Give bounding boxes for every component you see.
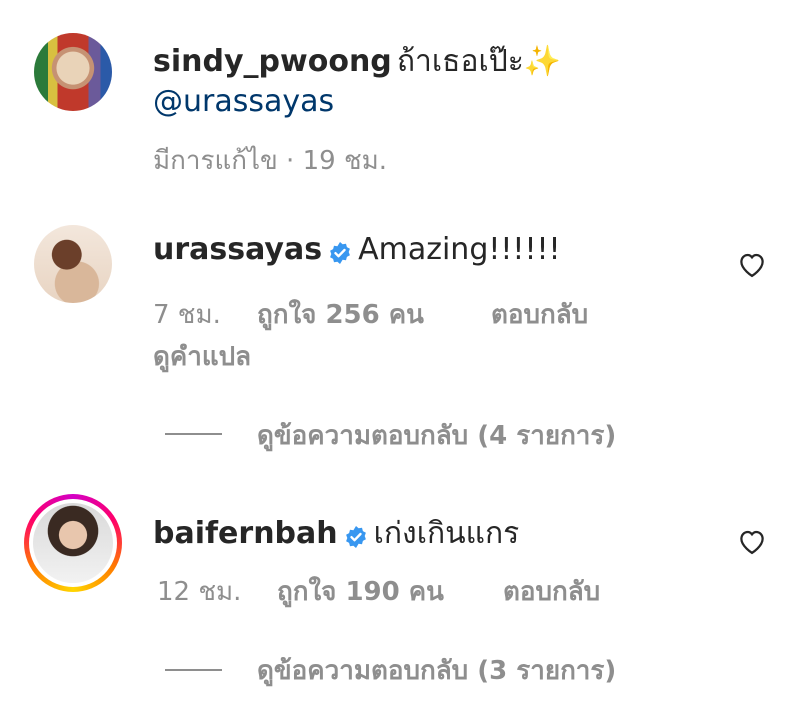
- comment-3-reply-button[interactable]: ตอบกลับ: [503, 571, 600, 612]
- username-baifernbah[interactable]: baifernbah: [153, 516, 338, 551]
- view-replies-button-1[interactable]: ดูข้อความตอบกลับ (4 รายการ): [257, 415, 616, 456]
- comment-2-reply-button[interactable]: ตอบกลับ: [491, 294, 588, 335]
- comment-2-likes[interactable]: ถูกใจ 256 คน: [257, 294, 424, 335]
- like-heart-icon[interactable]: [737, 527, 767, 555]
- comment-2-line: urassayas Amazing!!!!!!: [153, 232, 561, 269]
- verified-badge-icon: [330, 241, 350, 264]
- replies-divider: [165, 669, 222, 671]
- comment-2-text: Amazing!!!!!!: [358, 232, 561, 267]
- comment-3-time[interactable]: 12 ชม.: [157, 571, 241, 612]
- username-urassayas[interactable]: urassayas: [153, 232, 322, 267]
- avatar-urassayas[interactable]: [34, 225, 112, 303]
- comment-3-line: baifernbah เก่งเกินแกร: [153, 510, 519, 557]
- see-translation-button[interactable]: ดูคำแปล: [153, 336, 251, 377]
- username-sindy-pwoong[interactable]: sindy_pwoong: [153, 44, 392, 79]
- avatar-sindy-pwoong[interactable]: [34, 33, 112, 111]
- mention-urassayas[interactable]: @urassayas: [153, 84, 334, 119]
- comment-3-likes[interactable]: ถูกใจ 190 คน: [277, 571, 444, 612]
- verified-badge-icon: [345, 525, 366, 548]
- view-replies-button-2[interactable]: ดูข้อความตอบกลับ (3 รายการ): [257, 650, 616, 691]
- replies-divider: [165, 433, 222, 435]
- comment-1-text: ถ้าเธอเป๊ะ✨: [396, 44, 562, 79]
- comment-2-time[interactable]: 7 ชม.: [153, 294, 221, 335]
- like-heart-icon[interactable]: [737, 250, 767, 278]
- comment-3-text: เก่งเกินแกร: [373, 516, 520, 551]
- avatar-baifernbah[interactable]: [33, 503, 113, 583]
- comment-1-line: sindy_pwoong ถ้าเธอเป๊ะ✨: [153, 38, 561, 85]
- comment-1-meta: มีการแก้ไข · 19 ชม.: [153, 146, 387, 176]
